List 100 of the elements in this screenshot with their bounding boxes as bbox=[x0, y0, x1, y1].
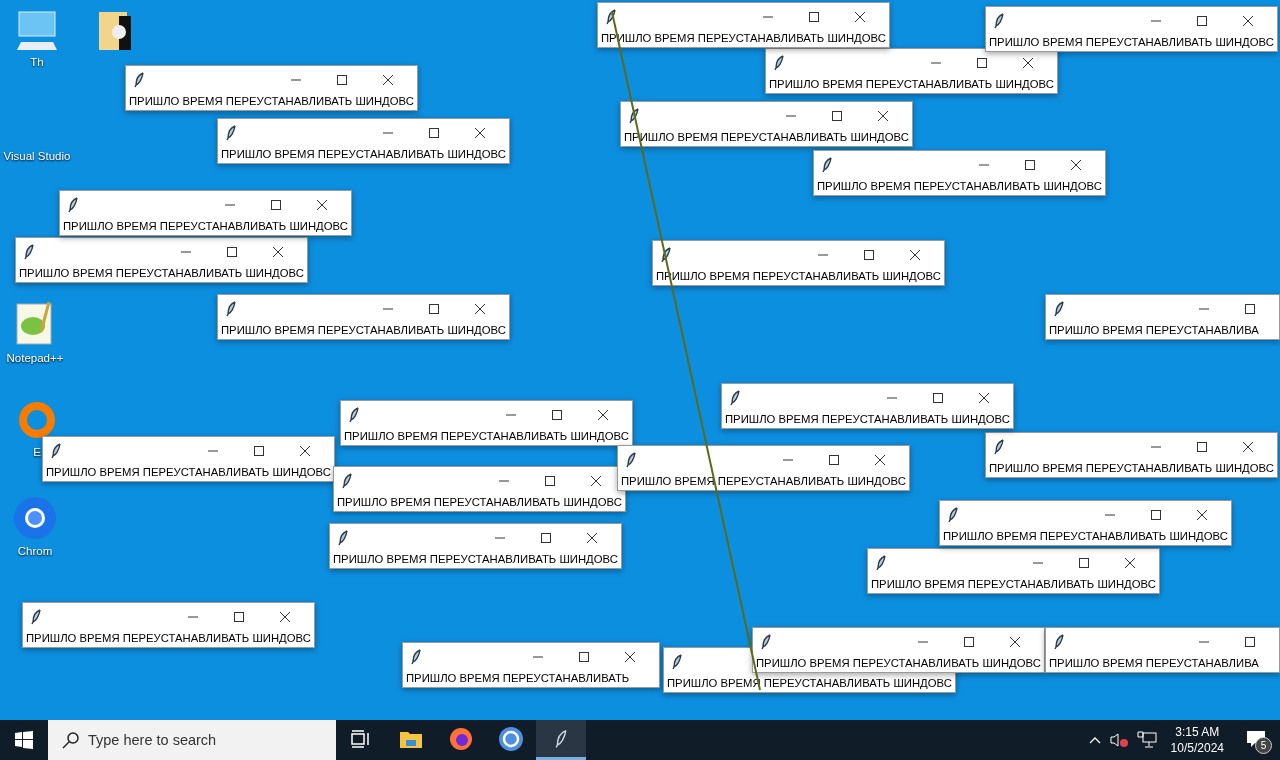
feather-icon bbox=[1054, 301, 1064, 317]
window-message: ПРИШЛО ВРЕМЯ ПЕРЕУСТАНАВЛИВАТЬ ШИНДОВС bbox=[724, 412, 1011, 426]
window-message: ПРИШЛО ВРЕМЯ ПЕРЕУСТАНАВЛИВАТЬ ШИНДОВС bbox=[62, 219, 349, 233]
feather-icon bbox=[411, 649, 421, 665]
close-icon bbox=[1023, 58, 1033, 68]
maximize-icon bbox=[234, 612, 244, 622]
maximize-icon bbox=[545, 476, 555, 486]
task-view-icon bbox=[350, 729, 372, 748]
notification-count: 5 bbox=[1255, 737, 1272, 754]
close-icon bbox=[273, 247, 283, 257]
clock-time: 3:15 AM bbox=[1175, 724, 1220, 740]
desktop-icon-label[interactable]: Chrom bbox=[17, 545, 53, 557]
desktop-icon-label[interactable]: Notepad++ bbox=[6, 352, 64, 364]
close-icon bbox=[979, 393, 989, 403]
window-message: ПРИШЛО ВРЕМЯ ПЕРЕУСТАНАВЛИВАТЬ ШИНДОВС bbox=[220, 147, 507, 161]
desktop-icon-label[interactable]: E bbox=[33, 446, 41, 458]
maximize-icon bbox=[864, 250, 874, 260]
maximize-icon bbox=[1197, 16, 1207, 26]
feather-icon bbox=[134, 72, 144, 88]
window-message: ПРИШЛО ВРЕМЯ ПЕРЕУСТАНАВЛИВАТЬ ШИНДОВС bbox=[18, 266, 305, 280]
feather-icon bbox=[226, 125, 236, 141]
firefox-icon bbox=[449, 726, 473, 751]
close-icon bbox=[1243, 16, 1253, 26]
feather-icon bbox=[948, 507, 958, 523]
feather-icon bbox=[342, 473, 352, 489]
feather-icon bbox=[994, 439, 1004, 455]
network-icon[interactable] bbox=[1136, 731, 1157, 749]
feather-icon bbox=[672, 654, 682, 670]
maximize-icon bbox=[829, 455, 839, 465]
maximize-icon bbox=[1245, 304, 1255, 314]
window-message: ПРИШЛО ВРЕМЯ ПЕРЕУСТАНАВЛИВАТЬ ШИНДОВС bbox=[343, 429, 630, 443]
feather-icon bbox=[226, 301, 236, 317]
maximize-icon bbox=[1079, 558, 1089, 568]
window-message: ПРИШЛО ВРЕМЯ ПЕРЕУСТАНАВЛИВАТЬ ШИНДОВС bbox=[128, 94, 415, 108]
clock-date: 10/5/2024 bbox=[1170, 740, 1224, 756]
maximize-icon bbox=[337, 75, 347, 85]
window-message: ПРИШЛО ВРЕМЯ ПЕРЕУСТАНАВЛИВАТЬ ШИНДОВС bbox=[768, 77, 1055, 91]
desktop-icon-label[interactable]: Visual Studio bbox=[3, 150, 71, 162]
maximize-icon bbox=[977, 58, 987, 68]
close-icon bbox=[1071, 160, 1081, 170]
window-message: ПРИШЛО ВРЕМЯ ПЕРЕУСТАНАВЛИВАТЬ ШИНДОВС bbox=[988, 461, 1275, 475]
close-icon bbox=[591, 476, 601, 486]
feather-icon bbox=[876, 555, 886, 571]
chevron-up-icon[interactable] bbox=[1088, 736, 1101, 744]
window-message: ПРИШЛО ВРЕМЯ ПЕРЕУСТАНАВЛИВАТЬ ШИНДОВС bbox=[45, 465, 332, 479]
close-icon bbox=[475, 304, 485, 314]
maximize-icon bbox=[933, 393, 943, 403]
desktop-icon-label[interactable]: Th bbox=[30, 56, 44, 68]
maximize-icon bbox=[1197, 442, 1207, 452]
feather-icon bbox=[1054, 634, 1064, 650]
maximize-icon bbox=[1245, 637, 1255, 647]
window-message: ПРИШЛО ВРЕМЯ ПЕРЕУСТАНАВЛИВАТЬ ШИНДОВС bbox=[816, 179, 1103, 193]
close-icon bbox=[383, 75, 393, 85]
window-message: ПРИШЛО ВРЕМЯ ПЕРЕУСТАНАВЛИВАТЬ ШИНДОВС bbox=[988, 35, 1275, 49]
feather-icon bbox=[606, 9, 616, 25]
window-message: ПРИШЛО ВРЕМЯ ПЕРЕУСТАНАВЛИВАТЬ bbox=[405, 671, 631, 685]
maximize-icon bbox=[429, 128, 439, 138]
feather-icon bbox=[68, 197, 78, 213]
maximize-icon bbox=[227, 247, 237, 257]
close-icon bbox=[855, 12, 865, 22]
clock[interactable]: 3:15 AM 10/5/2024 bbox=[1170, 724, 1224, 756]
speaker-icon[interactable] bbox=[1108, 732, 1129, 748]
close-icon bbox=[1125, 558, 1135, 568]
close-icon bbox=[587, 533, 597, 543]
close-icon bbox=[598, 410, 608, 420]
feather-icon bbox=[730, 390, 740, 406]
maximize-icon bbox=[964, 637, 974, 647]
notifications-button[interactable]: 5 bbox=[1238, 720, 1274, 760]
feather-icon bbox=[761, 634, 771, 650]
maximize-icon bbox=[254, 446, 264, 456]
window-message: ПРИШЛО ВРЕМЯ ПЕРЕУСТАНАВЛИВАТЬ ШИНДОВС bbox=[755, 656, 1042, 670]
feather-icon bbox=[626, 452, 636, 468]
close-icon bbox=[878, 111, 888, 121]
window-message: ПРИШЛО ВРЕМЯ ПЕРЕУСТАНАВЛИВА bbox=[1048, 656, 1260, 670]
feather-icon bbox=[24, 244, 34, 260]
feather-icon bbox=[31, 609, 41, 625]
close-icon bbox=[625, 652, 635, 662]
window-message: ПРИШЛО ВРЕМЯ ПЕРЕУСТАНАВЛИВАТЬ ШИНДОВС bbox=[620, 474, 907, 488]
window-message: ПРИШЛО ВРЕМЯ ПЕРЕУСТАНАВЛИВАТЬ ШИНДОВС bbox=[25, 631, 312, 645]
maximize-icon bbox=[271, 200, 281, 210]
close-icon bbox=[280, 612, 290, 622]
maximize-icon bbox=[1025, 160, 1035, 170]
windows-logo-icon bbox=[15, 731, 33, 749]
feather-icon bbox=[774, 55, 784, 71]
close-icon bbox=[317, 200, 327, 210]
browser-icon bbox=[12, 495, 58, 541]
maximize-icon bbox=[1151, 510, 1161, 520]
close-icon bbox=[1010, 637, 1020, 647]
monitor-icon bbox=[15, 10, 59, 52]
window-message: ПРИШЛО ВРЕМЯ ПЕРЕУСТАНАВЛИВА bbox=[1048, 323, 1260, 337]
feather-icon bbox=[661, 247, 671, 263]
feather-icon bbox=[51, 443, 61, 459]
browser-icon bbox=[498, 725, 524, 752]
feather-icon bbox=[349, 407, 359, 423]
maximize-icon bbox=[429, 304, 439, 314]
close-icon bbox=[1197, 510, 1207, 520]
close-icon bbox=[1243, 442, 1253, 452]
maximize-icon bbox=[552, 410, 562, 420]
window-message: ПРИШЛО ВРЕМЯ ПЕРЕУСТАНАВЛИВАТЬ ШИНДОВС bbox=[220, 323, 507, 337]
search-field[interactable]: Type here to search bbox=[48, 720, 336, 760]
